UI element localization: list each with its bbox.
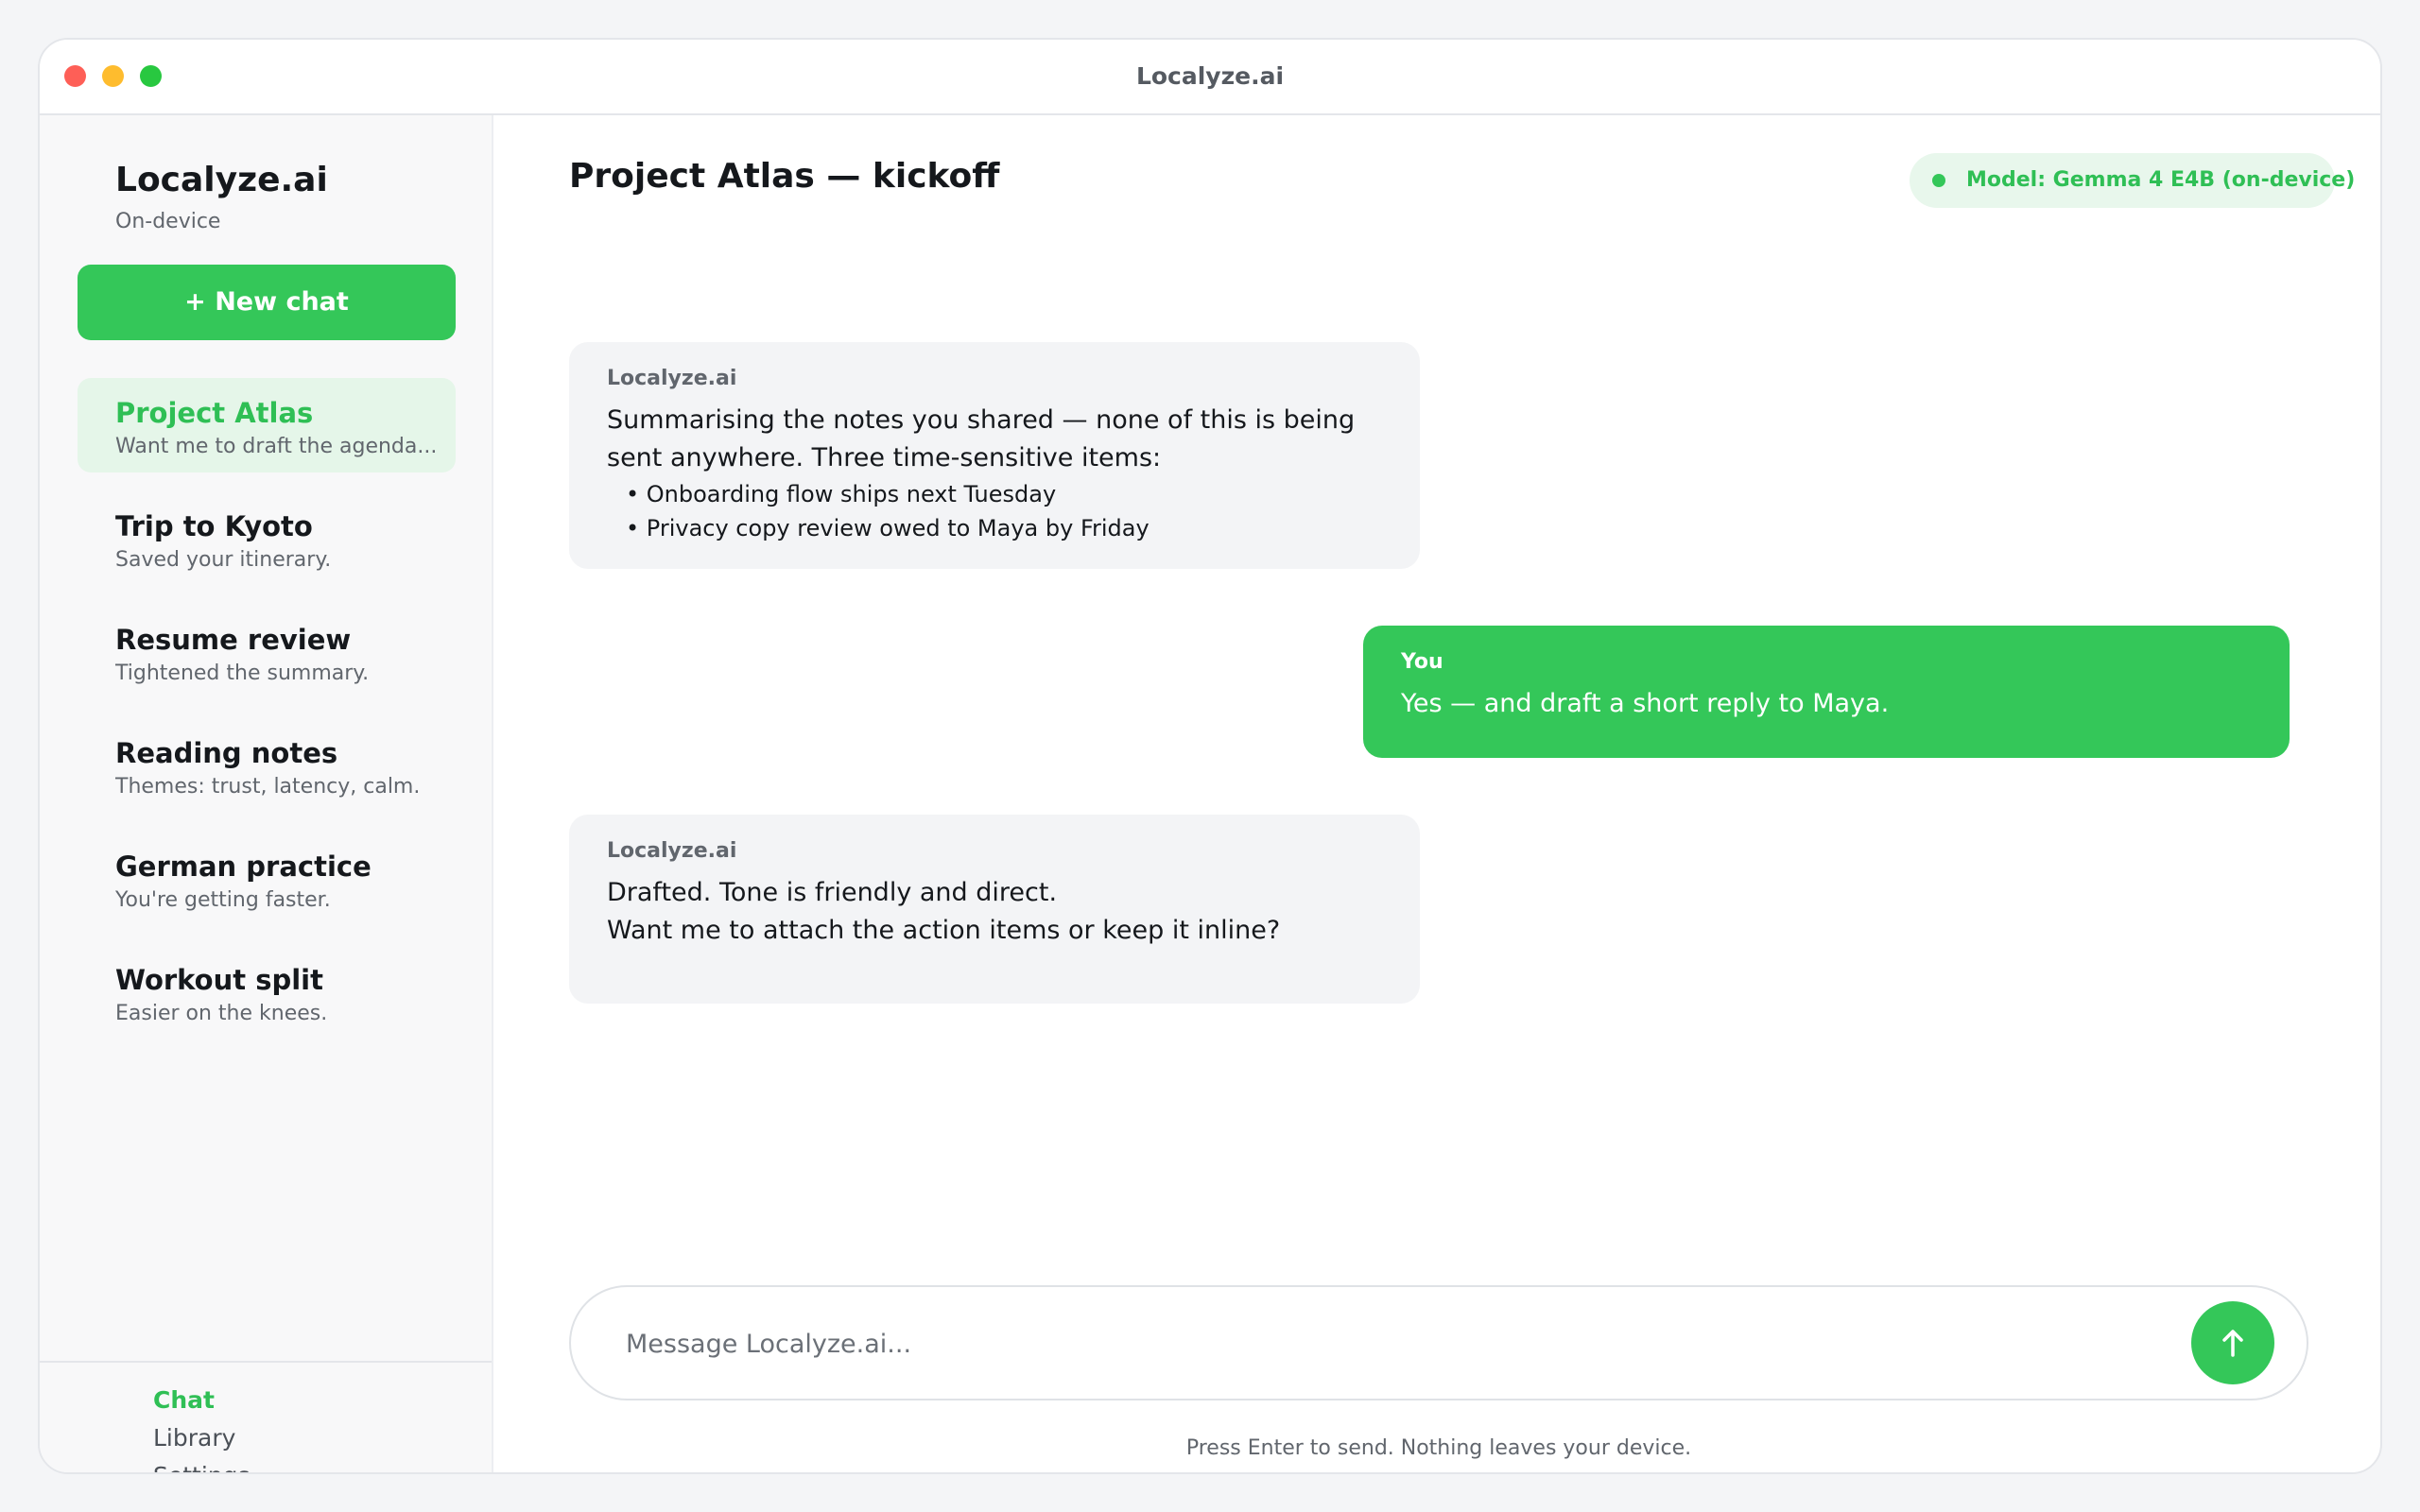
status-dot-icon	[1932, 174, 1945, 187]
app-brand: Localyze.ai	[115, 161, 328, 199]
message-composer	[569, 1285, 2308, 1400]
model-label: Model: Gemma 4 E4B (on-device)	[1966, 168, 2356, 192]
window-title: Localyze.ai	[1135, 62, 1285, 90]
conversation-preview: Saved your itinerary.	[115, 548, 332, 572]
model-status-badge: Model: Gemma 4 E4B (on-device)	[1910, 153, 2355, 208]
chat-panel: Project Atlas — kickoff Model: Gemma 4 E…	[493, 115, 2380, 1472]
message-text: Yes — and draft a short reply to Maya.	[1401, 689, 1890, 718]
message-text: Drafted. Tone is friendly and direct. Wa…	[607, 878, 1281, 945]
sidebar: Localyze.ai On-device + New chat Project…	[40, 115, 493, 1472]
message-author: You	[1401, 650, 1443, 674]
conversation-title: Project Atlas	[115, 397, 314, 429]
nav-item-library[interactable]: Library	[153, 1419, 251, 1457]
conversation-item-project-atlas[interactable]: Project Atlas Want me to draft the agend…	[78, 378, 456, 472]
message-input[interactable]	[626, 1315, 2138, 1372]
app-window: Localyze.ai Localyze.ai On-device + New …	[38, 38, 2382, 1474]
assistant-message: Localyze.ai Summarising the notes you sh…	[569, 342, 1420, 569]
conversation-title: Trip to Kyoto	[115, 510, 313, 542]
message-author: Localyze.ai	[607, 367, 737, 390]
send-button[interactable]	[2191, 1301, 2274, 1384]
nav-item-settings[interactable]: Settings	[153, 1457, 251, 1472]
sidebar-divider	[40, 1361, 492, 1363]
conversation-preview: Want me to draft the agenda...	[115, 435, 438, 458]
arrow-up-icon	[2222, 1330, 2243, 1357]
brand-subtitle: On-device	[115, 210, 221, 233]
conversation-title: Reading notes	[115, 737, 338, 769]
new-chat-button[interactable]: + New chat	[78, 265, 456, 340]
conversation-item-workout-split[interactable]: Workout split Easier on the knees.	[78, 945, 456, 1040]
message-bullet: • Onboarding flow ships next Tuesday	[626, 481, 1057, 507]
conversation-item-resume-review[interactable]: Resume review Tightened the summary.	[78, 605, 456, 699]
conversation-preview: Easier on the knees.	[115, 1002, 328, 1025]
nav-item-chat[interactable]: Chat	[153, 1382, 251, 1419]
message-bullet-list: • Onboarding flow ships next Tuesday • P…	[607, 477, 1382, 545]
conversation-item-reading-notes[interactable]: Reading notes Themes: trust, latency, ca…	[78, 718, 456, 813]
message-bullet: • Privacy copy review owed to Maya by Fr…	[626, 515, 1150, 541]
conversation-item-german-practice[interactable]: German practice You're getting faster.	[78, 832, 456, 926]
assistant-message: Localyze.ai Drafted. Tone is friendly an…	[569, 815, 1420, 1004]
conversation-preview: You're getting faster.	[115, 888, 331, 912]
chat-title: Project Atlas — kickoff	[569, 157, 1000, 196]
user-message: You Yes — and draft a short reply to May…	[1363, 626, 2290, 758]
sidebar-nav: Chat Library Settings	[153, 1382, 251, 1472]
title-bar: Localyze.ai	[40, 40, 2380, 115]
message-text: Summarising the notes you shared — none …	[607, 405, 1356, 472]
conversation-preview: Tightened the summary.	[115, 662, 370, 685]
conversation-list: Project Atlas Want me to draft the agend…	[78, 378, 456, 1058]
composer-hint: Press Enter to send. Nothing leaves your…	[1185, 1436, 1692, 1460]
conversation-title: Workout split	[115, 964, 323, 996]
conversation-item-trip-to-kyoto[interactable]: Trip to Kyoto Saved your itinerary.	[78, 491, 456, 586]
conversation-title: Resume review	[115, 624, 352, 656]
conversation-preview: Themes: trust, latency, calm.	[115, 775, 421, 799]
conversation-title: German practice	[115, 850, 372, 883]
message-author: Localyze.ai	[607, 839, 737, 863]
